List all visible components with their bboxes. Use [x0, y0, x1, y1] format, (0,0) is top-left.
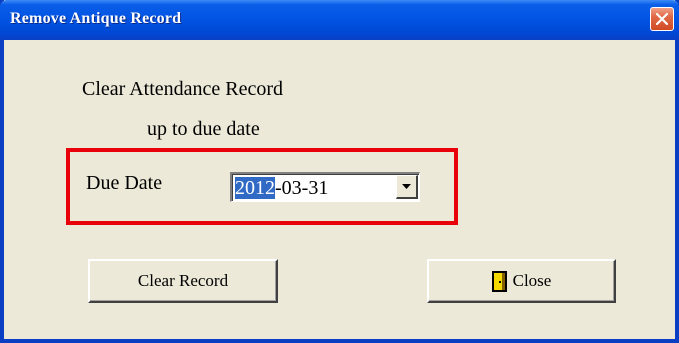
- clear-record-button[interactable]: Clear Record: [88, 259, 278, 303]
- window-title: Remove Antique Record: [10, 10, 182, 27]
- due-date-select[interactable]: 2012-03-31: [230, 172, 420, 202]
- heading-line-1: Clear Attendance Record: [82, 78, 284, 100]
- door-exit-icon: [491, 270, 507, 292]
- due-date-dropdown-button[interactable]: [396, 175, 418, 199]
- close-x-icon: [656, 13, 668, 25]
- window-close-button[interactable]: [650, 7, 674, 31]
- close-button[interactable]: Close: [427, 259, 616, 303]
- due-date-value[interactable]: 2012-03-31: [235, 176, 328, 200]
- due-date-selected-year: 2012: [235, 177, 275, 199]
- heading-line-2: up to due date: [147, 118, 260, 140]
- dialog-window: Remove Antique Record Clear Attendance R…: [0, 0, 679, 343]
- title-bar[interactable]: Remove Antique Record: [0, 0, 679, 40]
- due-date-rest: -03-31: [275, 177, 329, 199]
- due-date-label: Due Date: [86, 172, 163, 194]
- chevron-down-icon: [402, 184, 411, 189]
- clear-record-label: Clear Record: [137, 271, 229, 290]
- close-label: Close: [512, 271, 552, 290]
